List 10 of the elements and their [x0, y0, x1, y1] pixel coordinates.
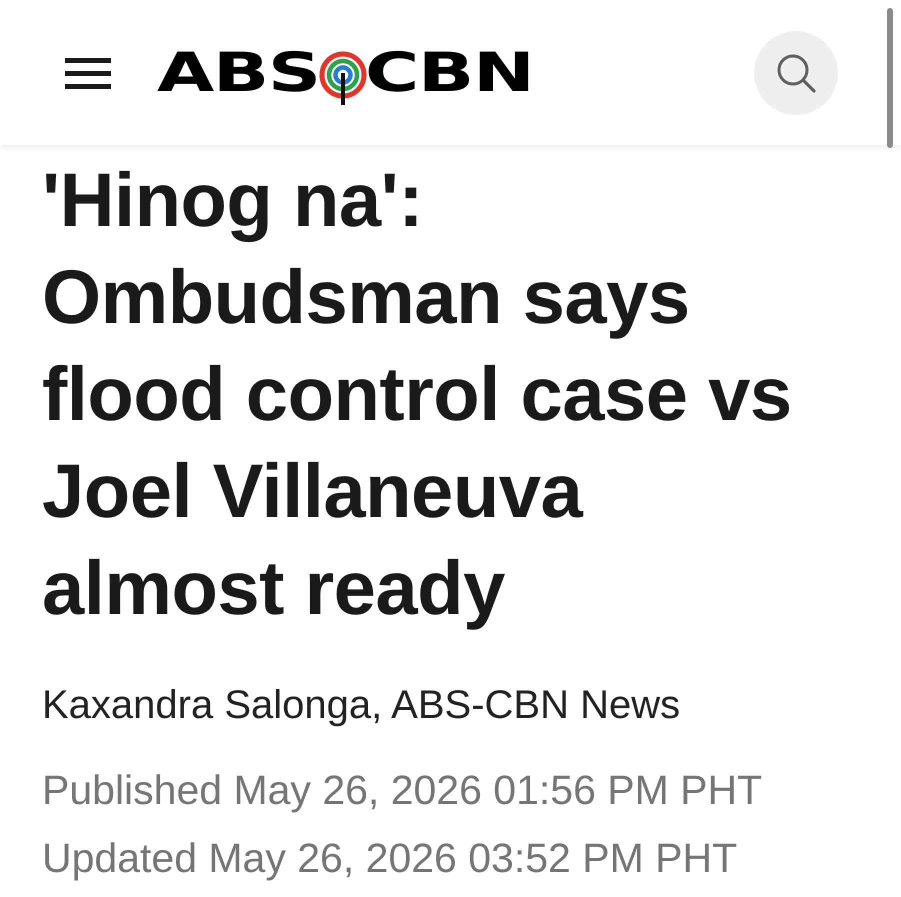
logo-text: CBN — [365, 42, 534, 102]
article-headline: 'Hinog na': Ombudsman says flood control case vs Joel Villaneuva almost ready — [42, 157, 793, 633]
article-byline: Kaxandra Salonga, ABS-CBN News — [42, 682, 682, 729]
scrollbar-thumb[interactable] — [887, 8, 893, 148]
broadcast-rings-icon — [319, 50, 367, 104]
logo-text: ABS — [157, 42, 320, 102]
search-icon — [776, 52, 816, 92]
updated-date: Updated May 26, 2026 03:52 PM PHT — [42, 834, 738, 883]
published-date: Published May 26, 2026 01:56 PM PHT — [42, 766, 764, 815]
menu-icon — [65, 56, 111, 90]
